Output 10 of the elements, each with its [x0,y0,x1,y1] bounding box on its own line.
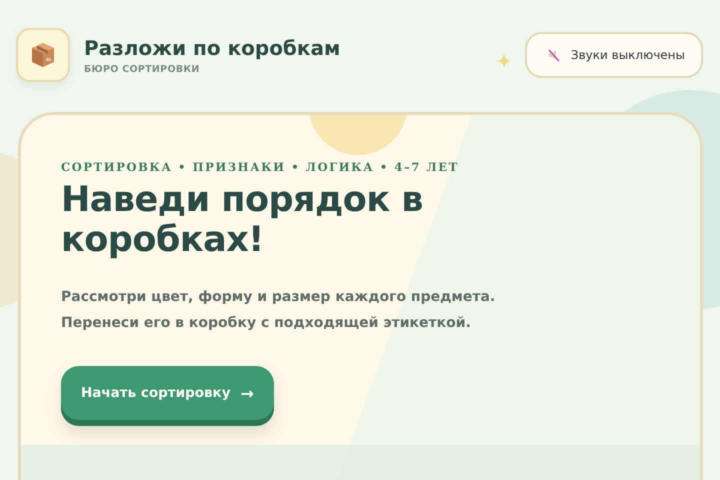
start-button[interactable]: Начать сортировку → [61,366,274,426]
sound-toggle[interactable]: Звуки выключены [524,32,703,78]
description-line: Рассмотри цвет, форму и размер каждого предмета. [61,288,496,307]
sparkle-icon [496,54,511,68]
box-icon [30,40,56,68]
hero-heading: Наведи порядок в коробках! [61,180,424,260]
app-subtitle: БЮРО СОРТИРОВКИ [84,64,201,74]
tagline: СОРТИРОВКА • ПРИЗНАКИ • ЛОГИКА • 4–7 ЛЕТ [61,160,460,174]
app-title: Разложи по коробкам [84,34,340,60]
description-line: Перенеси его в коробку с подходящей этикеткой. [61,314,472,333]
